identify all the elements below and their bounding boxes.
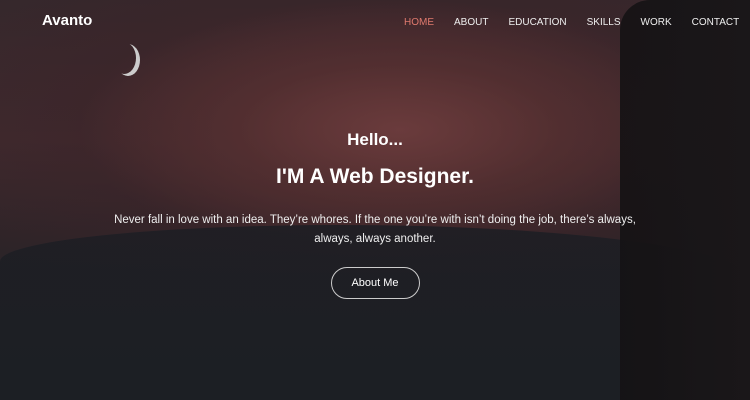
moon-icon <box>112 42 136 74</box>
hero-section: Avanto HOME ABOUT EDUCATION SKILLS WORK … <box>0 0 750 400</box>
nav-home[interactable]: HOME <box>404 17 434 28</box>
hero-title: I'M A Web Designer. <box>276 165 474 188</box>
nav-work[interactable]: WORK <box>641 17 672 28</box>
nav-education[interactable]: EDUCATION <box>508 17 566 28</box>
brand-logo[interactable]: Avanto <box>42 12 92 29</box>
nav-about[interactable]: ABOUT <box>454 17 488 28</box>
main-nav: HOME ABOUT EDUCATION SKILLS WORK CONTACT <box>404 17 750 28</box>
nav-contact[interactable]: CONTACT <box>692 17 740 28</box>
hero-description: Never fall in love with an idea. They’re… <box>114 214 636 245</box>
hero-greeting: Hello... <box>347 130 403 149</box>
nav-skills[interactable]: SKILLS <box>587 17 621 28</box>
about-me-button[interactable]: About Me <box>330 267 420 299</box>
hero-content: Hello... I'M A Web Designer. Never fall … <box>0 130 750 299</box>
